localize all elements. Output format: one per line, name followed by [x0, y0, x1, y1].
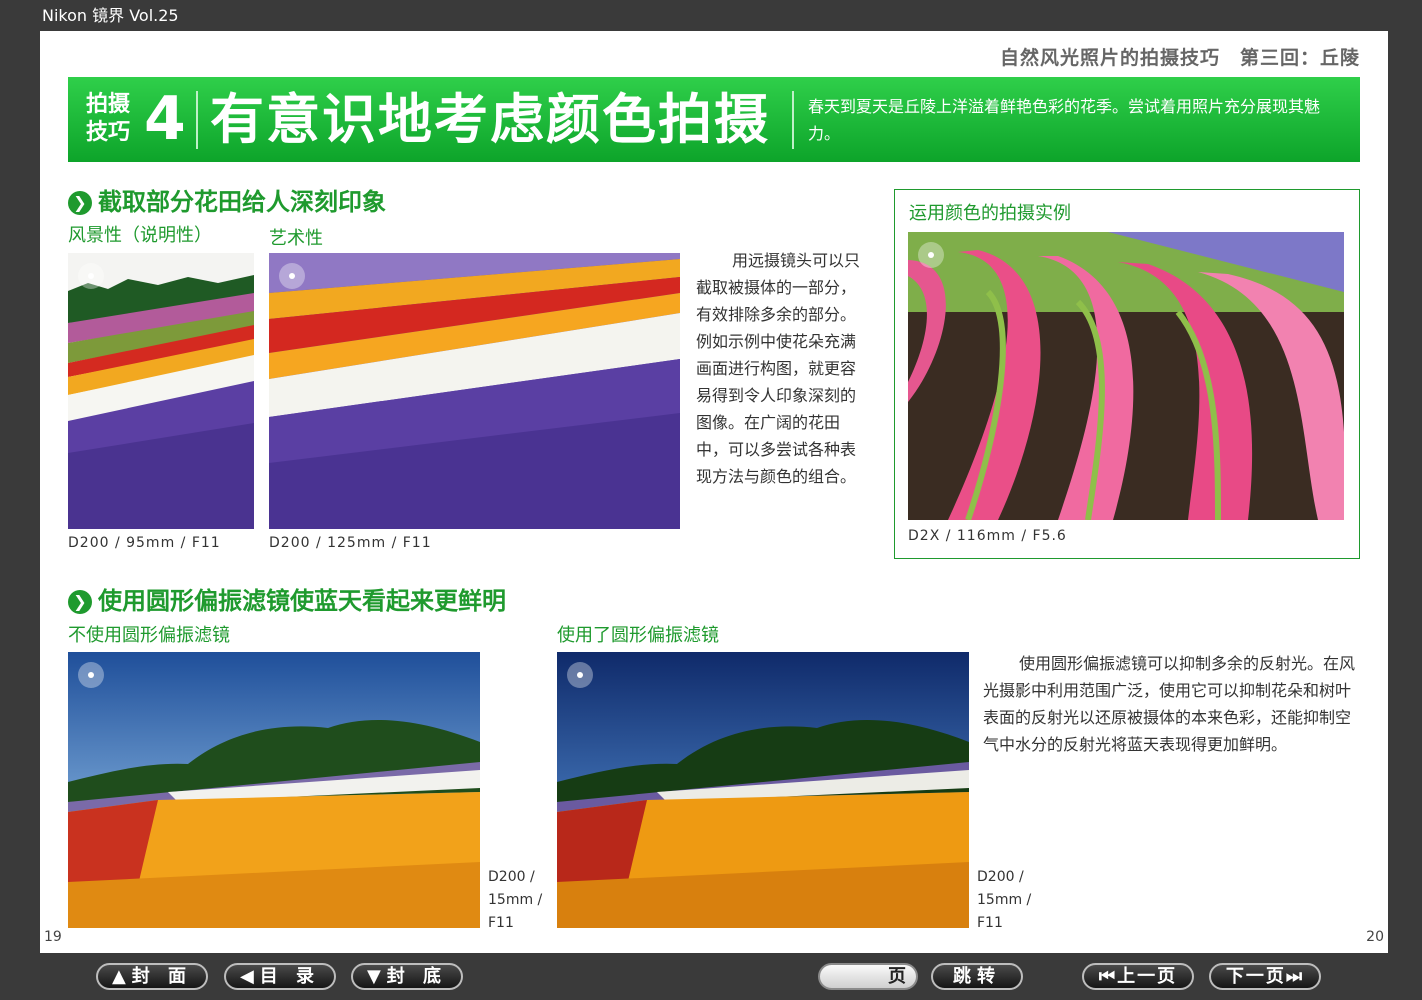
series-title: 自然风光照片的拍摄技巧 第三回：丘陵 — [999, 47, 1360, 69]
photo-label: 风景性（说明性） — [68, 225, 212, 246]
zoom-icon[interactable] — [78, 263, 104, 289]
section-heading-polarizer: ❯ 使用圆形偏振滤镜使蓝天看起来更鲜明 — [68, 586, 506, 616]
flower-field-photo-closeup — [269, 253, 680, 529]
photo-caption: D200 / 15mm / F11 — [488, 866, 542, 935]
flower-field-image — [68, 253, 254, 529]
photo-label: 使用了圆形偏振滤镜 — [557, 625, 719, 646]
tip-number: 4 — [144, 84, 186, 154]
page-number-right: 20 — [1366, 929, 1384, 945]
section-body-text: 用远摄镜头可以只截取被摄体的一部分，有效排除多余的部分。例如示例中使花朵充满画面… — [696, 251, 861, 486]
caption-line: 15mm / — [488, 892, 543, 908]
flower-field-image — [269, 253, 680, 529]
jump-button[interactable]: 跳转 — [931, 963, 1023, 990]
section-heading-text: 使用圆形偏振滤镜使蓝天看起来更鲜明 — [98, 587, 506, 615]
app-title: Nikon 镜界 Vol.25 — [42, 6, 179, 25]
caption-line: D200 / — [977, 869, 1024, 885]
caption-line: 15mm / — [977, 892, 1032, 908]
cover-button[interactable]: ▲封 面 — [96, 963, 208, 990]
zoom-icon[interactable] — [279, 263, 305, 289]
chevron-right-icon: ❯ — [68, 191, 92, 215]
magazine-spread: 自然风光照片的拍摄技巧 第三回：丘陵 拍摄技巧 4 有意识地考虑颜色拍摄 春天到… — [40, 31, 1388, 953]
landscape-photo-with-filter — [557, 652, 969, 928]
zoom-icon[interactable] — [78, 662, 104, 688]
tip-banner: 拍摄技巧 4 有意识地考虑颜色拍摄 春天到夏天是丘陵上洋溢着鲜艳色彩的花季。尝试… — [68, 77, 1360, 162]
prev-page-button[interactable]: ⏮上一页 — [1082, 963, 1194, 990]
banner-description: 春天到夏天是丘陵上洋溢着鲜艳色彩的花季。尝试着用照片充分展现其魅力。 — [808, 97, 1321, 143]
example-box-title: 运用颜色的拍摄实例 — [909, 203, 1071, 224]
caption-line: D200 / — [488, 869, 535, 885]
flower-field-photo-wide — [68, 253, 254, 529]
section-body-text: 使用圆形偏振滤镜可以抑制多余的反射光。在风光摄影中利用范围广泛，使用它可以抑制花… — [983, 654, 1356, 754]
zoom-icon[interactable] — [918, 242, 944, 268]
tip-label: 拍摄技巧 — [86, 92, 131, 145]
example-box: 运用颜色的拍摄实例 D2X / 116mm / F5.6 — [894, 189, 1360, 559]
contents-button[interactable]: ◀目 录 — [224, 963, 336, 990]
tulip-rows-image — [908, 232, 1344, 520]
chevron-right-icon: ❯ — [68, 590, 92, 614]
photo-caption: D200 / 15mm / F11 — [977, 866, 1031, 935]
photo-label: 艺术性 — [269, 228, 323, 249]
page-number-left: 19 — [44, 929, 62, 945]
tulip-rows-photo — [908, 232, 1344, 520]
page-number-input[interactable]: 页 — [818, 963, 918, 990]
photo-caption: D200 / 125mm / F11 — [269, 535, 432, 551]
caption-line: F11 — [977, 915, 1003, 931]
photo-caption: D200 / 95mm / F11 — [68, 535, 221, 551]
back-cover-button[interactable]: ▼封 底 — [351, 963, 463, 990]
section-heading-text: 截取部分花田给人深刻印象 — [98, 188, 386, 216]
section-heading-crop: ❯ 截取部分花田给人深刻印象 — [68, 187, 386, 217]
banner-title: 有意识地考虑颜色拍摄 — [210, 88, 770, 151]
landscape-image — [68, 652, 480, 928]
banner-divider — [196, 91, 198, 149]
next-page-button[interactable]: 下一页⏭ — [1209, 963, 1321, 990]
landscape-image — [557, 652, 969, 928]
banner-divider — [792, 91, 794, 149]
zoom-icon[interactable] — [567, 662, 593, 688]
photo-label: 不使用圆形偏振滤镜 — [68, 625, 230, 646]
landscape-photo-without-filter — [68, 652, 480, 928]
photo-caption: D2X / 116mm / F5.6 — [908, 528, 1067, 544]
caption-line: F11 — [488, 915, 514, 931]
